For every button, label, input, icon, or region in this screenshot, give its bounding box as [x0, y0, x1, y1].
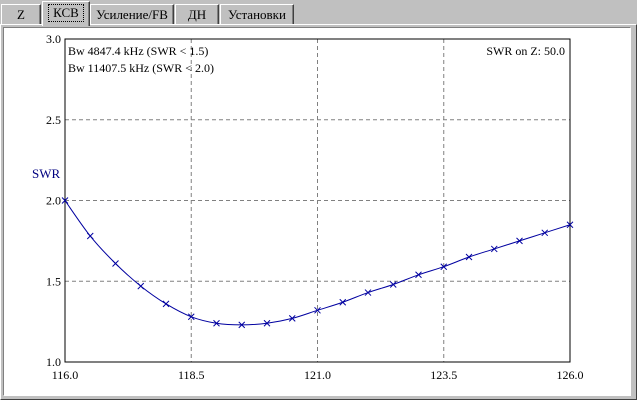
y-tick-label: 1.5 [46, 274, 61, 288]
x-tick-label: 116.0 [52, 368, 79, 382]
swr-point-marker [137, 282, 145, 290]
swr-chart: 116.0 118.5 121.0 123.5 126.0 1.0 1.5 2.0 2.5 3.0… [32, 32, 584, 382]
swr-point-marker [465, 253, 473, 261]
y-axis-label: SWR [32, 166, 61, 181]
swr-point-marker [541, 229, 549, 237]
swr-point-marker [86, 232, 94, 240]
bandwidth-swr-2-0: Bw 11407.5 kHz (SWR < 2.0) [68, 61, 214, 75]
x-tick-label: 121.0 [304, 368, 331, 382]
swr-point-marker [364, 289, 372, 296]
swr-point-marker [162, 300, 170, 308]
y-tick-label: 2.5 [46, 113, 61, 127]
y-tick-label: 1.0 [46, 355, 61, 369]
swr-point-marker [112, 260, 119, 267]
x-tick-label: 126.0 [557, 368, 584, 382]
swr-reference-impedance: SWR on Z: 50.0 [486, 44, 565, 58]
chart-grid [65, 39, 570, 362]
y-tick-label: 3.0 [46, 32, 61, 46]
swr-point-marker [415, 271, 422, 279]
swr-point-marker [389, 281, 397, 288]
x-tick-label: 118.5 [178, 368, 205, 382]
x-tick-label: 123.5 [430, 368, 457, 382]
bandwidth-swr-1-5: Bw 4847.4 kHz (SWR < 1.5) [68, 44, 208, 58]
swr-point-marker [490, 245, 498, 253]
swr-point-marker [288, 315, 296, 322]
y-tick-label: 2.0 [46, 194, 61, 208]
axis-ticks: 116.0 118.5 121.0 123.5 126.0 1.0 1.5 2.0 2.5 3.0 [46, 32, 584, 382]
swr-point-marker [516, 237, 523, 245]
swr-point-marker [339, 298, 347, 306]
